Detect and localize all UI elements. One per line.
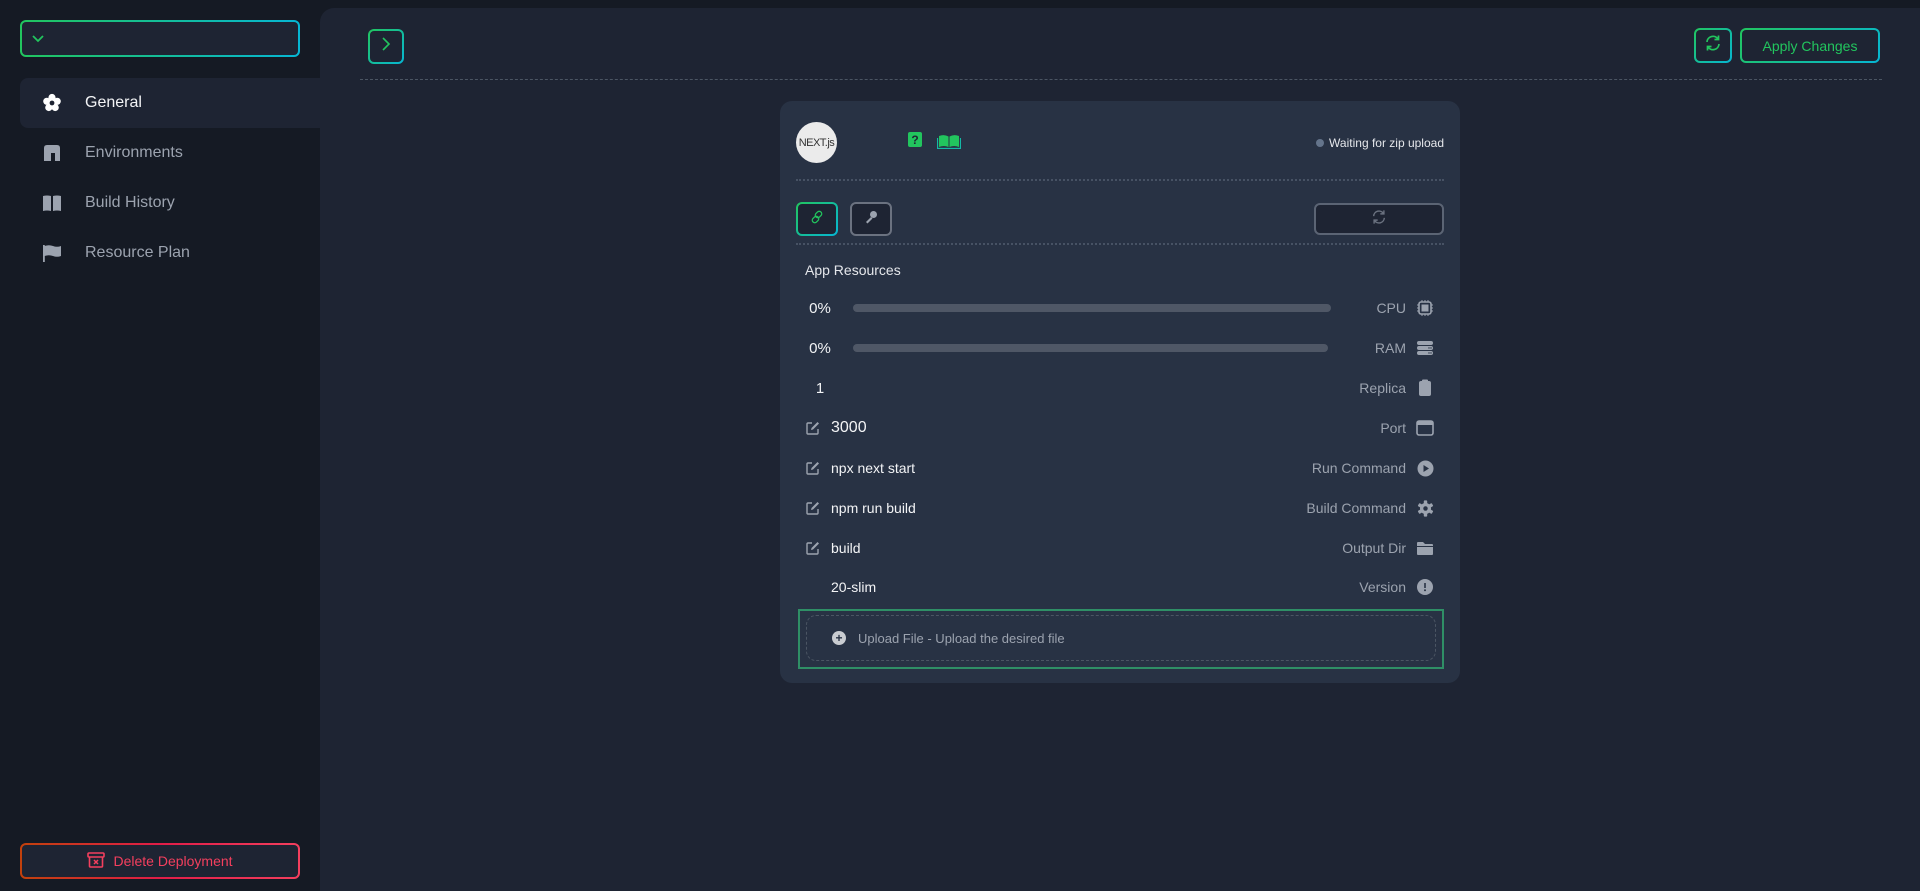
- delete-deployment-button[interactable]: Delete Deployment: [20, 843, 300, 879]
- port-label: Port: [1380, 420, 1406, 436]
- run-command-row: npx next start Run Command: [796, 453, 1442, 483]
- play-circle-icon: [1416, 459, 1434, 477]
- cpu-value: 0%: [809, 299, 831, 317]
- cpu-label: CPU: [1376, 300, 1406, 316]
- gear-icon: [1416, 499, 1434, 517]
- upload-file-area[interactable]: + Upload File - Upload the desired file: [806, 615, 1436, 661]
- edit-icon[interactable]: [805, 420, 821, 436]
- output-dir-value[interactable]: build: [831, 540, 861, 556]
- ram-label: RAM: [1374, 340, 1406, 356]
- upload-label: Upload File - Upload the desired file: [858, 630, 1065, 646]
- sidebar-item-environments[interactable]: Environments: [20, 128, 320, 178]
- sidebar-item-general[interactable]: General: [20, 78, 320, 128]
- ram-row: 0% RAM: [796, 333, 1442, 363]
- browser-window-icon: [1416, 419, 1434, 437]
- sidebar-item-label: Resource Plan: [85, 244, 190, 261]
- run-command-value[interactable]: npx next start: [831, 460, 915, 476]
- port-value[interactable]: 3000: [831, 419, 867, 437]
- chevron-right-icon: [381, 36, 391, 57]
- edit-icon[interactable]: [805, 460, 821, 476]
- output-dir-label: Output Dir: [1342, 540, 1406, 556]
- sidebar-item-label: Build History: [85, 194, 175, 211]
- chevron-down-icon: [31, 30, 45, 48]
- build-command-value[interactable]: npm run build: [831, 500, 916, 516]
- archive-x-icon: [87, 851, 106, 871]
- folder-open-icon: [1416, 539, 1434, 557]
- refresh-button[interactable]: [1694, 28, 1732, 63]
- version-value: 20-slim: [831, 579, 877, 595]
- framework-logo: NEXT.js: [796, 122, 837, 163]
- output-dir-row: build Output Dir: [796, 533, 1442, 563]
- domain-link-button[interactable]: [796, 202, 838, 236]
- refresh-icon: [1371, 209, 1387, 230]
- plus-circle-icon: +: [832, 631, 846, 645]
- card-divider: [796, 243, 1444, 245]
- sidebar-item-label: General: [85, 94, 142, 111]
- project-select[interactable]: [20, 20, 300, 57]
- version-row: 20-slim Version: [796, 572, 1442, 602]
- info-circle-icon: [1416, 578, 1434, 596]
- sidebar-item-resource-plan[interactable]: Resource Plan: [20, 228, 320, 278]
- replica-label: Replica: [1359, 380, 1406, 396]
- run-command-label: Run Command: [1311, 460, 1406, 476]
- replica-value: 1: [815, 379, 825, 397]
- environment-icon: [41, 142, 63, 164]
- version-label: Version: [1359, 579, 1406, 595]
- toolbar-divider: [360, 79, 1882, 80]
- cpu-row: 0% CPU: [796, 293, 1442, 323]
- help-icon[interactable]: ?: [908, 132, 922, 147]
- main-panel: Apply Changes NEXT.js ? Waiting for zip …: [320, 8, 1920, 891]
- toggle-sidebar-button[interactable]: [368, 29, 404, 64]
- delete-deployment-label: Delete Deployment: [113, 853, 233, 869]
- deployment-status: Waiting for zip upload: [1316, 136, 1444, 150]
- upload-dropzone[interactable]: + Upload File - Upload the desired file: [798, 609, 1444, 669]
- card-divider: [796, 179, 1444, 181]
- build-command-row: npm run build Build Command: [796, 493, 1442, 523]
- apply-changes-button[interactable]: Apply Changes: [1740, 28, 1880, 63]
- build-command-label: Build Command: [1306, 500, 1406, 516]
- sidebar-item-label: Environments: [85, 144, 183, 161]
- status-dot: [1316, 139, 1325, 147]
- sidebar-nav: General Environments Build History Resou…: [20, 78, 320, 278]
- sidebar-item-build-history[interactable]: Build History: [20, 178, 320, 228]
- key-icon: [864, 210, 878, 229]
- app-resources-title: App Resources: [805, 262, 901, 278]
- docs-book-icon[interactable]: [936, 134, 962, 154]
- status-text: Waiting for zip upload: [1329, 136, 1444, 150]
- redeploy-button[interactable]: [1314, 203, 1444, 235]
- ram-usage-bar: [853, 344, 1328, 352]
- gear-icon: [41, 92, 63, 114]
- ram-value: 0%: [809, 339, 831, 357]
- edit-icon[interactable]: [805, 540, 821, 556]
- edit-icon[interactable]: [805, 500, 821, 516]
- access-key-button[interactable]: [850, 202, 892, 236]
- cpu-chip-icon: [1416, 299, 1434, 317]
- sidebar: General Environments Build History Resou…: [0, 0, 320, 891]
- cpu-usage-bar: [853, 304, 1331, 312]
- refresh-icon: [1704, 34, 1722, 57]
- replica-row: 1 Replica: [796, 373, 1442, 403]
- port-row: 3000 Port: [796, 413, 1442, 443]
- deployment-card: NEXT.js ? Waiting for zip upload App Res…: [780, 101, 1460, 683]
- clipboard-icon: [1416, 379, 1434, 397]
- book-icon: [41, 192, 63, 214]
- link-icon: [810, 210, 824, 229]
- flag-icon: [41, 242, 63, 264]
- memory-stack-icon: [1416, 339, 1434, 357]
